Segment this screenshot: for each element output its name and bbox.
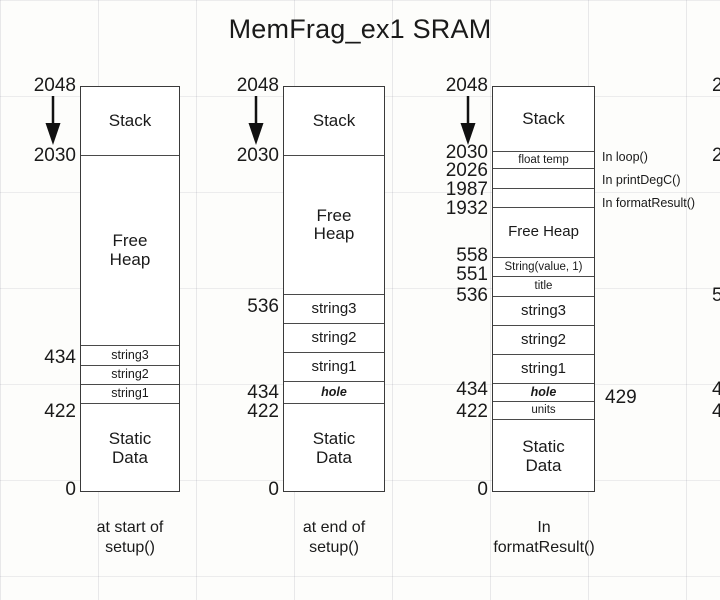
address-label: 434 bbox=[712, 379, 720, 400]
address-label: 551 bbox=[456, 264, 488, 285]
stack-growth-arrow-icon bbox=[45, 96, 61, 145]
segment-static-data: Static Data bbox=[81, 403, 179, 493]
annotation-in-formatresult: In formatResult() bbox=[602, 196, 696, 210]
address-label: 422 bbox=[44, 401, 76, 422]
page-title: MemFrag_ex1 SRAM bbox=[228, 14, 492, 44]
segment-units: units bbox=[493, 401, 594, 419]
memory-column-4-clipped: 2048 2030 558 434 422 bbox=[708, 0, 720, 600]
address-label: 2030 bbox=[712, 145, 720, 166]
column-caption: at end of setup() bbox=[302, 519, 366, 556]
address-label: 558 bbox=[712, 285, 720, 306]
diagram-canvas: MemFrag_ex1 SRAM 2048 2030 434 422 0 Sta… bbox=[0, 0, 720, 600]
segment-title: title bbox=[493, 276, 594, 296]
stack-growth-arrow-icon bbox=[460, 96, 476, 145]
stack-growth-arrow-icon bbox=[248, 96, 264, 145]
address-label: 0 bbox=[268, 479, 279, 500]
column-caption: at start of setup() bbox=[96, 519, 164, 556]
segment-free-heap: Free Heap bbox=[284, 155, 384, 294]
segment-float-temp: float temp bbox=[493, 151, 594, 168]
address-label-right: 429 bbox=[605, 387, 637, 408]
address-label: 0 bbox=[65, 479, 76, 500]
address-label: 434 bbox=[247, 382, 279, 403]
segment-string2: string2 bbox=[493, 325, 594, 354]
segment-string2: string2 bbox=[284, 323, 384, 352]
address-label: 2048 bbox=[33, 75, 76, 96]
segment-hole: hole bbox=[493, 383, 594, 401]
memory-box: Stack Free Heap string3 string2 string1 … bbox=[283, 86, 385, 492]
segment-string2: string2 bbox=[81, 365, 179, 384]
memory-box: Stack Free Heap string3 string2 string1 … bbox=[80, 86, 180, 492]
segment-string3: string3 bbox=[81, 345, 179, 365]
address-label: 2026 bbox=[445, 160, 488, 181]
segment-string3: string3 bbox=[284, 294, 384, 323]
address-label: 1932 bbox=[445, 198, 488, 219]
address-label: 2048 bbox=[445, 75, 488, 96]
segment-string1: string1 bbox=[284, 352, 384, 381]
segment-static-data: Static Data bbox=[284, 403, 384, 493]
address-label: 2048 bbox=[712, 75, 720, 96]
segment-static-data: Static Data bbox=[493, 419, 594, 493]
address-label: 558 bbox=[456, 245, 488, 266]
address-label: 434 bbox=[456, 379, 488, 400]
memory-box: Stack float temp Free Heap String(value,… bbox=[492, 86, 595, 492]
annotation-in-printdegc: In printDegC() bbox=[602, 173, 681, 187]
address-label: 2030 bbox=[236, 145, 279, 166]
address-label: 422 bbox=[247, 401, 279, 422]
segment-string3: string3 bbox=[493, 296, 594, 325]
address-label: 422 bbox=[712, 401, 720, 422]
annotation-in-loop: In loop() bbox=[602, 150, 648, 164]
address-label: 536 bbox=[247, 296, 279, 317]
segment-string1: string1 bbox=[493, 354, 594, 383]
segment-frame-printdegc bbox=[493, 168, 594, 188]
segment-free-heap: Free Heap bbox=[81, 155, 179, 345]
address-label: 2030 bbox=[33, 145, 76, 166]
segment-string-value: String(value, 1) bbox=[493, 257, 594, 276]
segment-free-heap: Free Heap bbox=[493, 207, 594, 257]
address-label: 1987 bbox=[445, 179, 488, 200]
address-label: 434 bbox=[44, 347, 76, 368]
segment-stack: Stack bbox=[312, 110, 356, 130]
segment-stack: Stack bbox=[522, 108, 565, 128]
segment-frame-formatresult bbox=[493, 188, 594, 207]
segment-hole: hole bbox=[284, 381, 384, 403]
column-caption: In formatResult() bbox=[493, 519, 595, 556]
address-label: 0 bbox=[477, 479, 488, 500]
segment-stack: Stack bbox=[108, 110, 152, 130]
address-label: 422 bbox=[456, 401, 488, 422]
address-label: 2048 bbox=[236, 75, 279, 96]
address-label: 536 bbox=[456, 285, 488, 306]
segment-string1: string1 bbox=[81, 384, 179, 403]
